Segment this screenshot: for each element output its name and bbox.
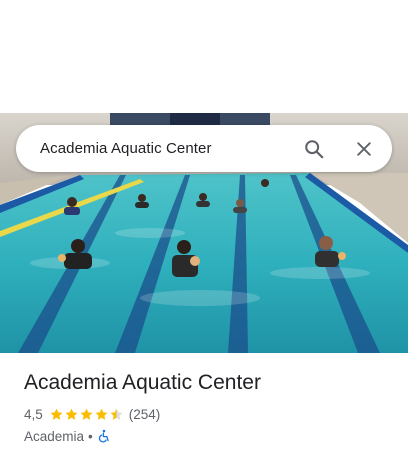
search-button[interactable] [292,127,336,171]
rating-value: 4,5 [24,406,43,422]
star-icon [110,408,123,420]
star-icon [95,408,108,420]
clear-search-button[interactable] [342,127,386,171]
place-category: Academia [24,428,85,444]
star-icon [80,408,93,420]
star-rating [49,407,124,422]
close-icon [357,141,371,156]
rating-row[interactable]: 4,5 (254) [24,405,160,423]
separator-dot: • [88,428,93,444]
star-icon [50,408,63,420]
search-input[interactable]: Academia Aquatic Center [40,140,292,157]
search-icon [305,139,324,158]
star-icon [65,408,78,420]
category-row: Academia • [24,427,111,445]
place-title[interactable]: Academia Aquatic Center [24,371,261,395]
search-bar[interactable]: Academia Aquatic Center [16,125,392,172]
review-count[interactable]: (254) [129,407,161,422]
wheelchair-icon [98,429,109,443]
